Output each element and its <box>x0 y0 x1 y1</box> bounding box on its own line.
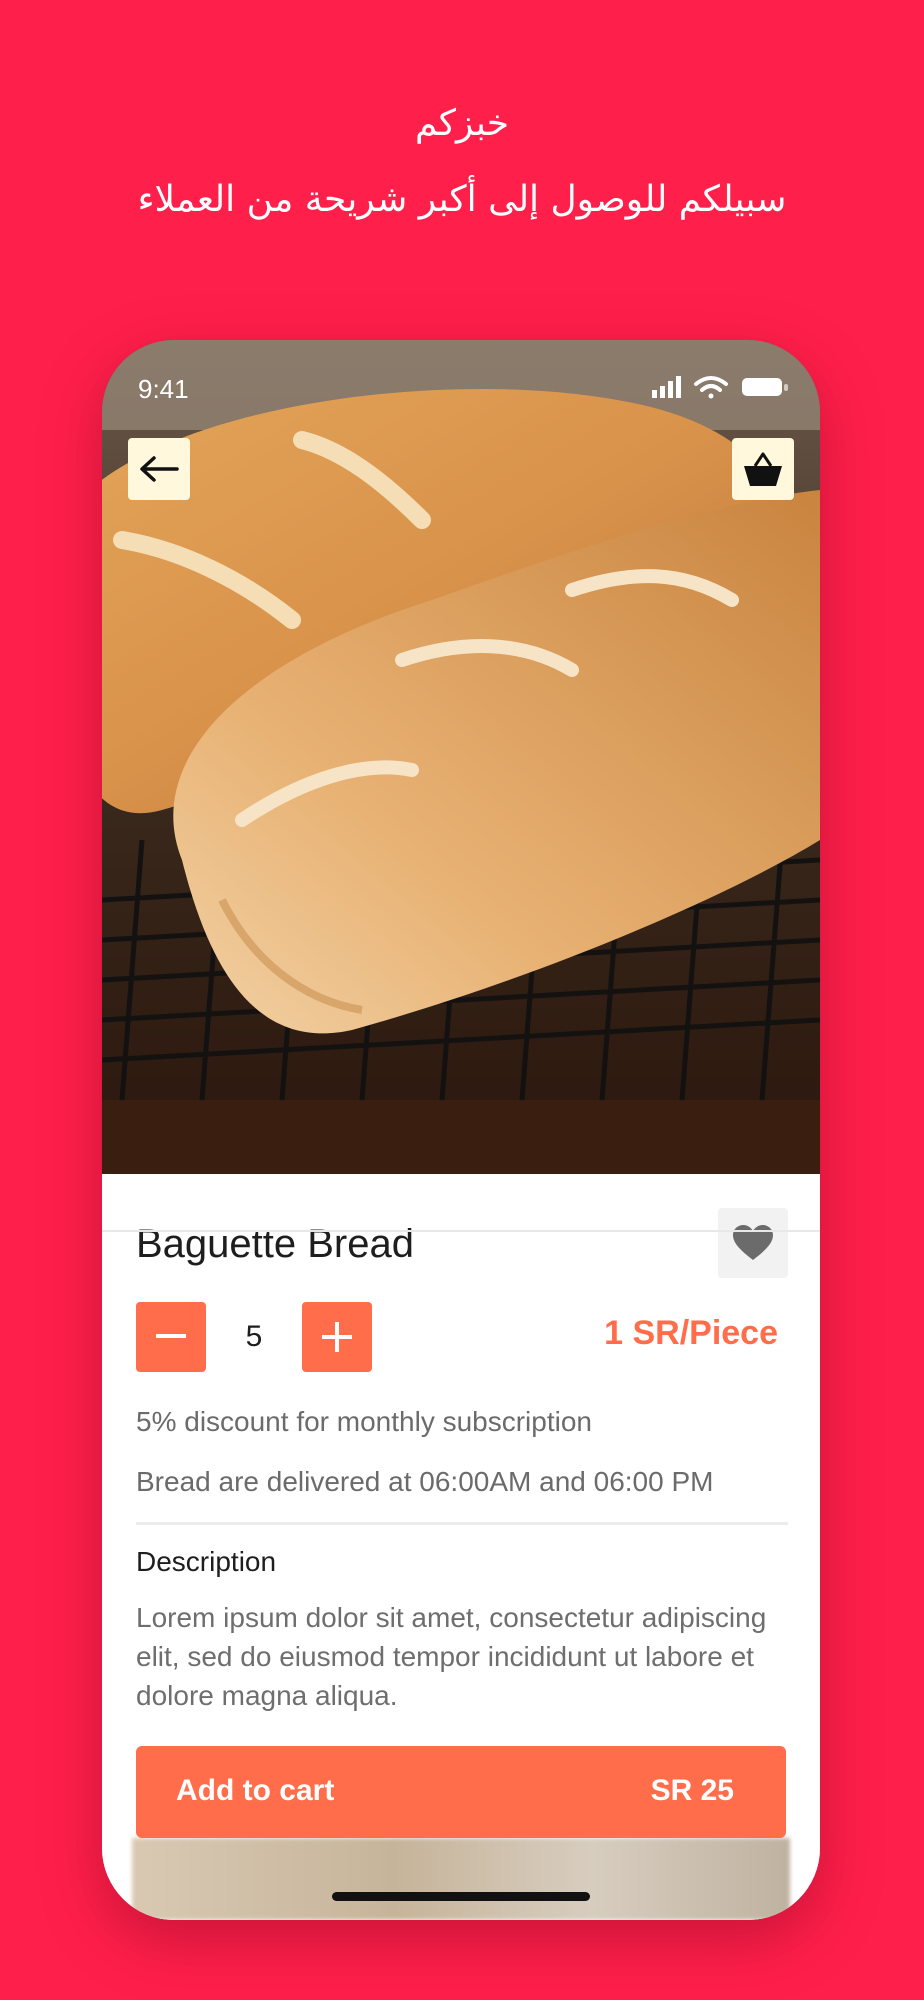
status-icons <box>652 376 788 399</box>
signal-icon <box>652 376 681 398</box>
arrow-left-icon <box>140 456 179 482</box>
basket-button[interactable] <box>732 438 794 500</box>
minus-icon <box>156 1334 186 1338</box>
description-text: Lorem ipsum dolor sit amet, consectetur … <box>136 1602 767 1711</box>
favorite-button[interactable] <box>718 1208 788 1278</box>
status-bar: 9:41 <box>102 340 820 440</box>
discount-note: 5% discount for monthly subscription <box>136 1406 592 1437</box>
product-title: Baguette Bread <box>136 1222 414 1266</box>
promo-subtitle: سبيلكم للوصول إلى أكبر شريحة من العملاء <box>137 179 787 220</box>
delivery-note: Bread are delivered at 06:00AM and 06:00… <box>136 1466 714 1497</box>
promo-header: خبزكم سبيلكم للوصول إلى أكبر شريحة من ال… <box>0 96 924 228</box>
status-time: 9:41 <box>138 374 189 404</box>
bottom-divider <box>102 1230 820 1232</box>
promo-title: خبزكم <box>414 103 510 144</box>
wifi-icon <box>694 376 728 399</box>
description-heading: Description <box>136 1546 277 1577</box>
battery-icon <box>742 378 788 396</box>
add-to-cart-button[interactable]: Add to cart SR 25 <box>136 1746 786 1838</box>
decrease-quantity-button[interactable] <box>136 1302 206 1372</box>
unit-price: 1 SR/Piece <box>604 1314 778 1352</box>
basket-icon <box>744 452 782 486</box>
home-indicator[interactable] <box>332 1892 590 1901</box>
back-button[interactable] <box>128 438 190 500</box>
cart-total: SR 25 <box>650 1774 734 1807</box>
blurred-background-image <box>132 1838 790 1920</box>
increase-quantity-button[interactable] <box>302 1302 372 1372</box>
product-image <box>102 340 820 1174</box>
add-to-cart-label: Add to cart <box>176 1774 335 1807</box>
plus-icon <box>322 1322 352 1352</box>
phone-frame: 9:41 Baguette Bread 5 1 SR/Piece 5% disc… <box>102 340 820 1920</box>
divider <box>136 1522 788 1525</box>
quantity-value: 5 <box>245 1320 263 1353</box>
